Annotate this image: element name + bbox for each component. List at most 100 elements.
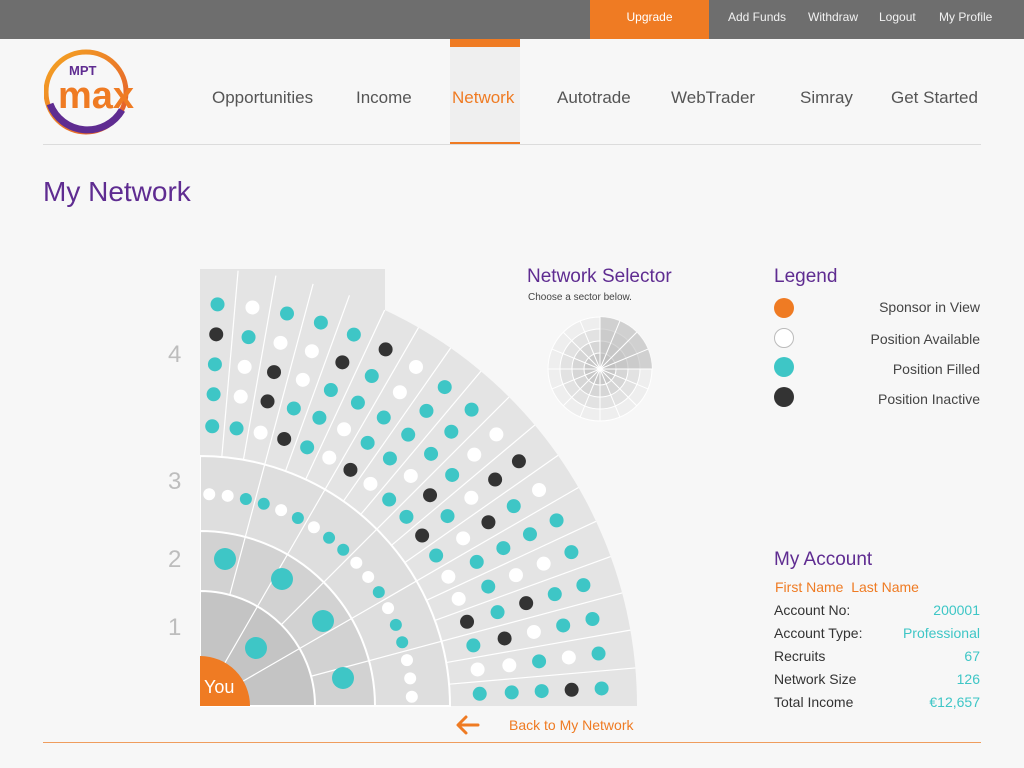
level-4-position [536, 556, 551, 571]
nav-income[interactable]: Income [356, 88, 412, 108]
withdraw-link[interactable]: Withdraw [808, 0, 858, 39]
level-1-position [245, 637, 267, 659]
page-title: My Network [43, 176, 191, 207]
level-3-position [396, 636, 409, 649]
svg-text:max: max [58, 75, 134, 117]
header-divider [43, 144, 981, 145]
level-2-position [332, 667, 354, 689]
level-4-position [561, 650, 576, 665]
level-label-1: 1 [168, 614, 182, 641]
level-4-position [506, 499, 521, 514]
level-4-position [378, 342, 393, 357]
level-4-position [502, 658, 517, 673]
legend-available-dot [774, 328, 794, 348]
level-3-position [291, 511, 304, 524]
level-4-position [323, 383, 338, 398]
level-4-position [304, 344, 319, 359]
level-4-position [497, 631, 512, 646]
level-4-position [547, 587, 562, 602]
my-profile-link[interactable]: My Profile [939, 0, 992, 39]
level-2-position [312, 610, 334, 632]
legend-title: Legend [774, 266, 838, 287]
level-4-position [363, 476, 378, 491]
level-4-position [233, 389, 248, 404]
level-4-position [273, 335, 288, 350]
account-type-label: Account Type: [774, 625, 863, 641]
level-4-position [322, 450, 337, 465]
level-4-position [415, 528, 430, 543]
level-4-position [364, 369, 379, 384]
level-4-position [522, 527, 537, 542]
level-4-position [401, 427, 416, 442]
logout-link[interactable]: Logout [879, 0, 916, 39]
level-4-position [382, 492, 397, 507]
level-label-3: 3 [168, 468, 182, 495]
account-holder-name: First Name Last Name [775, 579, 919, 595]
level-4-position [437, 380, 452, 395]
back-link-label: Back to My Network [509, 717, 634, 733]
network-selector-subtitle: Choose a sector below. [528, 292, 632, 303]
level-4-position [295, 372, 310, 387]
level-4-position [489, 427, 504, 442]
legend-sponsor-dot [774, 298, 794, 318]
network-sector-selector[interactable] [546, 315, 654, 423]
level-3-position [221, 489, 234, 502]
level-3-position [307, 521, 320, 534]
level-3-position [382, 602, 395, 615]
nav-autotrade[interactable]: Autotrade [557, 88, 631, 108]
level-4-position [237, 359, 252, 374]
level-4-position [241, 330, 256, 345]
level-3-position [404, 672, 417, 685]
nav-get-started[interactable]: Get Started [891, 88, 978, 108]
level-4-position [280, 306, 295, 321]
level-4-position [382, 451, 397, 466]
arrow-left-icon [456, 715, 480, 735]
nav-simray[interactable]: Simray [800, 88, 853, 108]
level-4-position [456, 531, 471, 546]
level-3-position [275, 504, 288, 517]
level-4-position [467, 447, 482, 462]
level-4-position [508, 568, 523, 583]
network-size-label: Network Size [774, 671, 857, 687]
nav-opportunities[interactable]: Opportunities [212, 88, 313, 108]
level-4-position [376, 410, 391, 425]
level-label-2: 2 [168, 546, 182, 573]
level-2-position [214, 548, 236, 570]
legend-filled-label: Position Filled [892, 361, 980, 377]
network-size-value: 126 [956, 671, 980, 687]
level-4-position [481, 515, 496, 530]
level-4-position [441, 569, 456, 584]
level-4-position [564, 682, 579, 697]
nav-network[interactable]: Network [452, 88, 514, 108]
level-label-4: 4 [168, 341, 182, 368]
level-4-position [470, 662, 485, 677]
level-4-position [267, 365, 282, 380]
level-4-position [229, 421, 244, 436]
level-4-position [534, 684, 549, 699]
level-4-position [277, 431, 292, 446]
level-4-position [300, 440, 315, 455]
level-4-position [464, 490, 479, 505]
level-4-position [460, 614, 475, 629]
level-4-position [481, 579, 496, 594]
mpt-max-logo[interactable]: MPT max [44, 48, 164, 138]
nav-webtrader[interactable]: WebTrader [671, 88, 755, 108]
level-4-position [466, 638, 481, 653]
level-4-position [496, 541, 511, 556]
level-4-position [253, 425, 268, 440]
upgrade-button[interactable]: Upgrade [590, 0, 709, 39]
level-3-position [362, 570, 375, 583]
level-4-position [488, 472, 503, 487]
level-3-position [257, 497, 270, 510]
level-4-position [423, 488, 438, 503]
account-no-value: 200001 [933, 602, 980, 618]
level-4-position [346, 327, 361, 342]
network-selector-title: Network Selector [527, 266, 672, 287]
add-funds-link[interactable]: Add Funds [728, 0, 786, 39]
level-3-position [405, 690, 418, 703]
level-4-position [360, 435, 375, 450]
legend-available-label: Position Available [870, 331, 980, 347]
legend-sponsor-label: Sponsor in View [879, 299, 980, 315]
level-4-position [313, 315, 328, 330]
level-4-position [472, 686, 487, 701]
